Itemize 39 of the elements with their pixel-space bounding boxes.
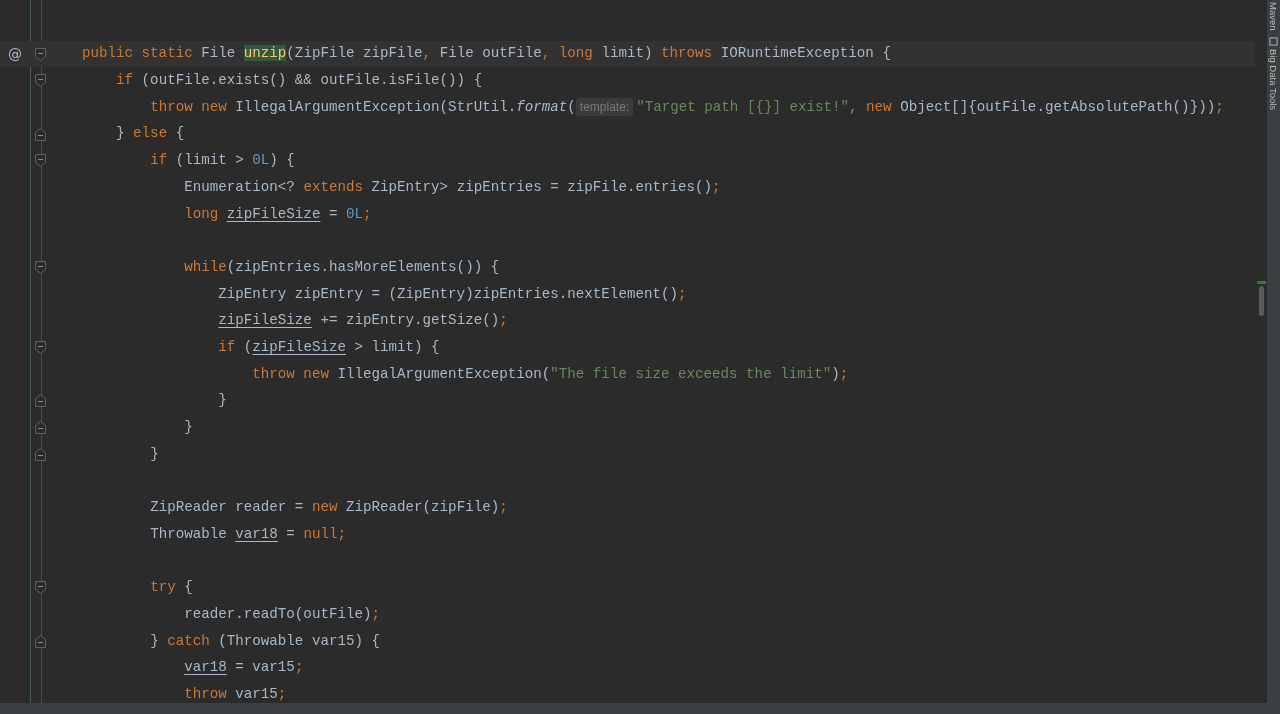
unfold-icon[interactable] (35, 127, 46, 141)
code-line: Throwable var18 = null; (150, 524, 346, 544)
code-line: if (zipFileSize > limit) { (218, 337, 440, 357)
code-line: } else { (116, 124, 185, 144)
code-line: if (outFile.exists() && outFile.isFile()) { (116, 71, 483, 91)
fold-icon[interactable] (35, 74, 46, 88)
unfold-icon[interactable] (35, 421, 46, 435)
code-line: Enumeration<? extends ZipEntry> zipEntries = zipFile.entries(); (184, 177, 721, 197)
code-line: try { (150, 578, 193, 598)
code-line: if (limit > 0L) { (150, 151, 295, 171)
code-line: throw var15; (184, 684, 287, 703)
code-line: long zipFileSize = 0L; (184, 204, 372, 224)
code-line: } (218, 391, 227, 411)
code-line: reader.readTo(outFile); (184, 604, 380, 624)
unfold-icon[interactable] (35, 447, 46, 461)
fold-icon[interactable] (35, 154, 46, 168)
tool-window-label: Big Data Tools (1268, 48, 1279, 110)
fold-icon[interactable] (35, 581, 46, 595)
code-line: while(zipEntries.hasMoreElements()) { (184, 257, 500, 277)
code-line: public static File unzip(ZipFile zipFile, File outFile, long limit) throws IORuntimeException { (82, 44, 891, 64)
unfold-icon[interactable] (35, 634, 46, 648)
code-line: } (150, 444, 159, 464)
code-line: zipFileSize += zipEntry.getSize(); (218, 311, 508, 331)
code-line: ZipReader reader = new ZipReader(zipFile); (150, 498, 508, 518)
scrollbar-thumb[interactable] (1259, 286, 1264, 316)
override-marker[interactable]: @ (0, 43, 30, 65)
status-marker (1257, 281, 1266, 284)
code-line: } catch (Throwable var15) { (150, 631, 380, 651)
fold-icon[interactable] (35, 261, 46, 275)
unfold-icon[interactable] (35, 394, 46, 408)
fold-icon[interactable] (35, 341, 46, 355)
tool-window-button[interactable]: Maven (1268, 2, 1279, 31)
code-line: } (184, 418, 193, 437)
code-line: ZipEntry zipEntry = (ZipEntry)zipEntries.nextElement(); (218, 284, 687, 304)
code-line: throw new IllegalArgumentException(StrUtil.format( template: "Target path [{}] exist!", new Object[]{outFile.getAbsolutePath()})); (150, 96, 1224, 118)
code-line: throw new IllegalArgumentException("The file size exceeds the limit"); (252, 364, 849, 384)
code-line: var18 = var15; (184, 658, 304, 678)
code-editor[interactable] (0, 0, 1255, 703)
fold-icon[interactable] (35, 47, 46, 61)
